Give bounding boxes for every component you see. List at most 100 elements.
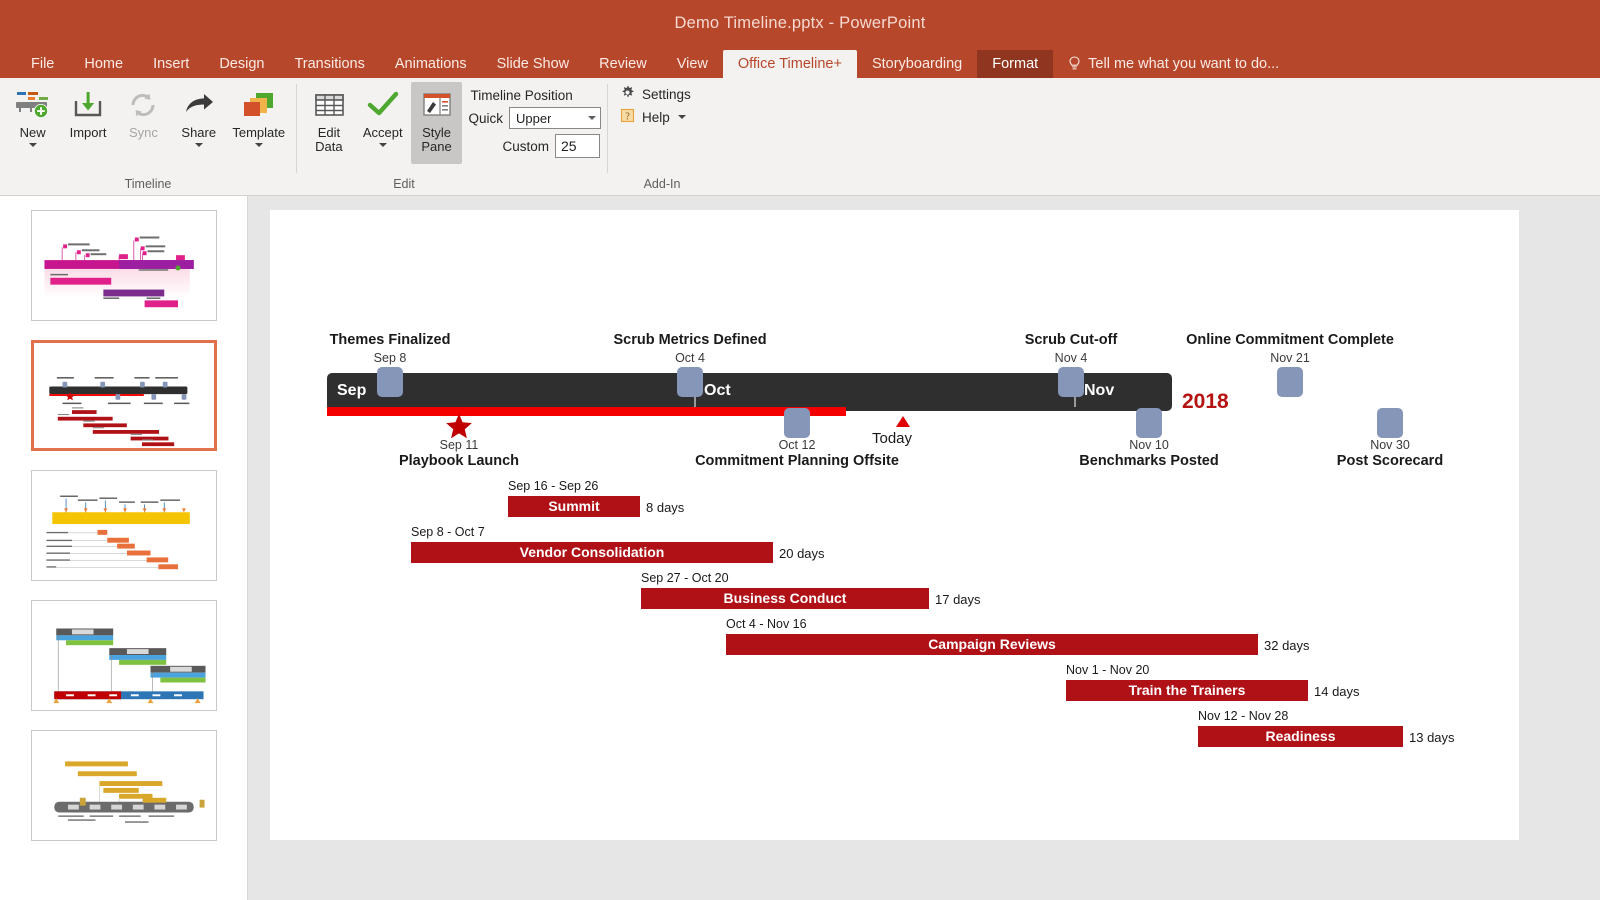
milestone-date: Nov 4	[1054, 351, 1088, 365]
axis-month-oct: Oct	[704, 382, 731, 399]
timeline-axis-bar[interactable]: Sep Oct Nov	[327, 373, 1172, 411]
style-pane-icon	[420, 86, 454, 124]
axis-month-sep: Sep	[337, 382, 367, 399]
milestone-marker[interactable]	[784, 408, 810, 438]
thumbnail-preview	[43, 236, 194, 308]
task-duration: 17 days	[935, 592, 981, 607]
tab-design[interactable]: Design	[204, 50, 279, 78]
settings-button[interactable]: Settings	[620, 85, 691, 103]
tab-insert[interactable]: Insert	[138, 50, 204, 78]
tab-view[interactable]: View	[662, 50, 723, 78]
tab-animations[interactable]: Animations	[380, 50, 482, 78]
accept-label: Accept	[362, 125, 403, 140]
edit-data-label: Edit Data	[315, 125, 343, 154]
task-range: Oct 4 - Nov 16	[726, 617, 807, 631]
custom-label: Custom	[502, 138, 549, 154]
share-button[interactable]: Share	[172, 82, 225, 147]
milestone-title: Benchmarks Posted	[1079, 453, 1219, 469]
task-duration: 13 days	[1409, 730, 1455, 745]
task-name: Business Conduct	[723, 590, 847, 606]
checkmark-icon	[366, 86, 400, 124]
style-pane-button[interactable]: Style Pane	[410, 82, 463, 164]
tab-home[interactable]: Home	[69, 50, 138, 78]
quick-position-select[interactable]: Upper	[509, 107, 601, 129]
task-duration: 20 days	[779, 546, 825, 561]
slide-thumbnail-4[interactable]	[30, 600, 217, 711]
chevron-down-icon[interactable]	[677, 115, 686, 119]
task-bar[interactable]: Readiness	[1198, 726, 1403, 747]
help-button[interactable]: ? Help	[620, 108, 686, 126]
chevron-down-icon[interactable]	[254, 143, 263, 147]
task-duration: 32 days	[1264, 638, 1310, 653]
slide-thumbnail-pane[interactable]	[0, 196, 248, 900]
milestone-marker[interactable]	[677, 367, 703, 397]
sync-label: Sync	[128, 125, 158, 140]
tab-transitions[interactable]: Transitions	[279, 50, 379, 78]
new-timeline-label: New	[19, 125, 46, 140]
slide-canvas[interactable]: Sep Oct Nov 2018 Themes Finalized Sep 8 …	[270, 210, 1519, 840]
slide-thumbnail-1[interactable]	[30, 210, 217, 321]
task-bar[interactable]: Campaign Reviews	[726, 634, 1258, 655]
timeline-position-title: Timeline Position	[470, 88, 573, 103]
axis-month-nov: Nov	[1084, 382, 1115, 399]
slide-thumbnail-3[interactable]	[30, 470, 217, 581]
task-duration: 8 days	[646, 500, 685, 515]
quick-position-value: Upper	[516, 110, 552, 126]
quick-label: Quick	[468, 110, 503, 126]
star-icon[interactable]	[445, 413, 473, 440]
milestone-title: Themes Finalized	[329, 332, 451, 348]
tab-slide-show[interactable]: Slide Show	[482, 50, 585, 78]
tab-file[interactable]: File	[16, 50, 69, 78]
milestone-marker[interactable]	[1277, 367, 1303, 397]
tab-office-timeline-plus[interactable]: Office Timeline+	[722, 50, 857, 78]
milestone-title: Commitment Planning Offsite	[695, 453, 899, 469]
task-duration: 14 days	[1314, 684, 1360, 699]
task-bar[interactable]: Business Conduct	[641, 588, 929, 609]
tab-storyboarding[interactable]: Storyboarding	[857, 50, 977, 78]
table-icon	[312, 86, 346, 124]
slide-thumbnail-2[interactable]	[30, 340, 217, 451]
slide-thumbnail-5[interactable]	[30, 730, 217, 841]
milestone-marker[interactable]	[1136, 408, 1162, 438]
custom-position-input[interactable]: 25	[555, 134, 600, 158]
edit-data-button[interactable]: Edit Data	[303, 82, 355, 154]
milestone-marker[interactable]	[1058, 367, 1084, 397]
new-timeline-button[interactable]: New	[6, 82, 59, 147]
task-bar[interactable]: Vendor Consolidation	[411, 542, 773, 563]
task-bar[interactable]: Summit	[508, 496, 640, 517]
settings-label: Settings	[642, 86, 691, 102]
task-name: Readiness	[1265, 728, 1336, 744]
template-button[interactable]: Template	[227, 82, 290, 147]
svg-text:?: ?	[625, 111, 630, 122]
sync-button: Sync	[117, 82, 170, 140]
tab-format[interactable]: Format	[977, 50, 1054, 78]
ribbon: New Import Sync Share Template Timeline …	[0, 78, 1600, 196]
task-name: Train the Trainers	[1128, 682, 1246, 698]
accept-button[interactable]: Accept	[357, 82, 409, 147]
chevron-down-icon[interactable]	[28, 143, 37, 147]
tab-review[interactable]: Review	[584, 50, 662, 78]
chevron-down-icon[interactable]	[194, 143, 203, 147]
custom-position-row: Custom 25	[468, 134, 601, 158]
share-label: Share	[181, 125, 217, 140]
milestone-date: Sep 11	[439, 438, 479, 452]
milestone-marker[interactable]	[1377, 408, 1403, 438]
task-bar[interactable]: Train the Trainers	[1066, 680, 1308, 701]
gear-icon	[620, 85, 635, 103]
template-icon	[241, 86, 277, 124]
import-label: Import	[69, 125, 107, 140]
title-bar: Demo Timeline.pptx - PowerPoint	[0, 0, 1600, 46]
task-name: Campaign Reviews	[928, 636, 1056, 652]
import-button[interactable]: Import	[61, 82, 114, 140]
document-title: Demo Timeline.pptx - PowerPoint	[674, 13, 926, 32]
ribbon-group-edit: Edit Data Accept Style Pane Timeline Pos…	[297, 78, 607, 195]
milestone-marker[interactable]	[377, 367, 403, 397]
thumbnail-preview	[53, 761, 205, 823]
chevron-down-icon[interactable]	[378, 143, 387, 147]
milestone-date: Oct 4	[675, 351, 705, 365]
today-label: Today	[872, 430, 913, 447]
task-name: Summit	[548, 498, 600, 514]
template-label: Template	[232, 125, 286, 140]
tell-me-box[interactable]: Tell me what you want to do...	[1053, 50, 1294, 78]
progress-bar	[327, 407, 846, 416]
